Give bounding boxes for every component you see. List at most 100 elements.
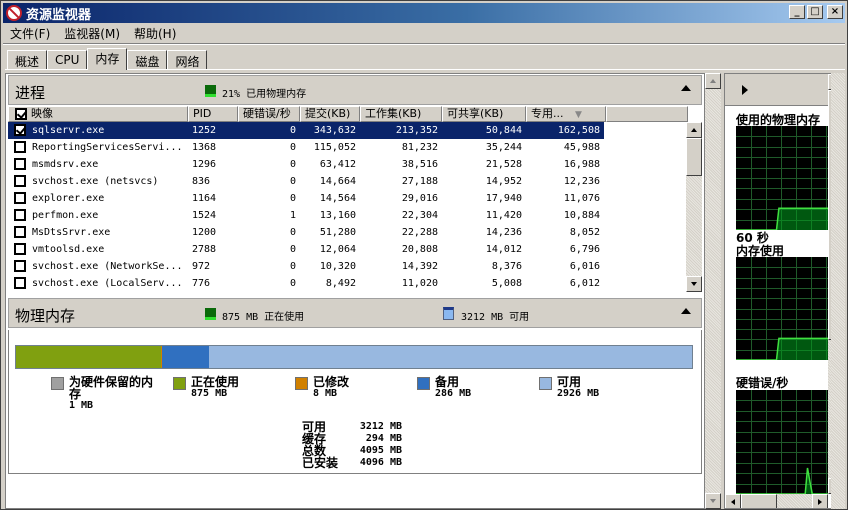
process-checkbox[interactable] — [14, 226, 26, 238]
graph-physical-memory-svg — [736, 126, 829, 230]
tab-overview[interactable]: 概述 — [7, 50, 48, 70]
process-image: sqlservr.exe — [32, 125, 105, 136]
main-pane-scrollbar[interactable] — [705, 73, 721, 509]
column-private-label: 专用... — [531, 107, 564, 120]
window-right-scrollbar[interactable] — [831, 73, 845, 509]
physical-memory-title: 物理内存 — [15, 307, 76, 325]
graphs-horizontal-scrollbar[interactable] — [725, 494, 828, 508]
processes-title: 进程 — [15, 84, 46, 102]
physical-memory-used-swatch-icon — [205, 85, 216, 97]
select-all-checkbox[interactable] — [15, 108, 27, 120]
process-row[interactable]: sqlservr.exe 1252 0 343,632 213,352 50,844 162… — [8, 122, 604, 139]
process-private: 11,076 — [563, 193, 600, 204]
menu-file[interactable]: 文件(F) — [3, 24, 57, 42]
graph-physical-memory — [736, 126, 829, 230]
process-checkbox[interactable] — [14, 192, 26, 204]
process-checkbox[interactable] — [14, 124, 26, 136]
process-commit: 14,664 — [319, 176, 356, 187]
scroll-up-button[interactable] — [686, 122, 702, 138]
process-shareable: 50,844 — [485, 125, 522, 136]
memory-summary: 可用 3212 MB 缓存 294 MB 总数 4095 MB 已安装 4096… — [302, 421, 402, 469]
process-table: 映像 PID 硬错误/秒 提交(KB) 工作集(KB) 可共享(KB) 专用..… — [8, 106, 702, 292]
process-checkbox[interactable] — [14, 158, 26, 170]
process-working-set: 29,016 — [401, 193, 438, 204]
main-pane: 进程 21% 已用物理内存 映像 PID 硬错误/秒 提交(KB) 工作集(KB… — [5, 73, 705, 509]
process-row[interactable]: ReportingServicesServi... 1368 0 115,052 81,… — [8, 139, 604, 156]
summary-value: 294 MB — [365, 433, 402, 444]
window-title: 资源监视器 — [26, 7, 92, 23]
process-checkbox[interactable] — [14, 243, 26, 255]
process-row[interactable]: svchost.exe (LocalServ... 776 0 8,492 11,020… — [8, 275, 604, 292]
tab-cpu[interactable]: CPU — [47, 50, 88, 70]
process-row[interactable]: msmdsrv.exe 1296 0 63,412 38,516 21,528 16,988 — [8, 156, 604, 173]
legend-modified-swatch — [295, 377, 308, 390]
graphs-scroll-right-button[interactable] — [812, 494, 828, 508]
process-pid: 972 — [192, 261, 211, 272]
process-working-set: 22,288 — [401, 227, 438, 238]
maximize-button[interactable]: □ — [807, 5, 823, 19]
physical-memory-section-header[interactable]: 物理内存 875 MB 正在使用 3212 MB 可用 — [8, 298, 702, 328]
available-swatch-icon — [443, 307, 454, 320]
process-private: 8,052 — [569, 227, 600, 238]
summary-value: 3212 MB — [359, 421, 402, 432]
summary-value: 4096 MB — [359, 457, 402, 468]
process-checkbox[interactable] — [14, 260, 26, 272]
process-checkbox[interactable] — [14, 277, 26, 289]
column-hard-faults[interactable]: 硬错误/秒 — [238, 106, 300, 122]
process-row[interactable]: vmtoolsd.exe 2788 0 12,064 20,808 14,012 6,796 — [8, 241, 604, 258]
process-shareable: 14,952 — [485, 176, 522, 187]
process-pid: 776 — [192, 278, 211, 289]
process-pid: 1296 — [192, 159, 217, 170]
process-row[interactable]: MsDtsSrvr.exe 1200 0 51,280 22,288 14,236 8,05… — [8, 224, 604, 241]
main-scroll-up-button[interactable] — [705, 73, 721, 89]
process-commit: 115,052 — [313, 142, 356, 153]
resource-monitor-app-icon — [6, 5, 22, 21]
expand-graphs-icon[interactable] — [742, 85, 748, 95]
tab-memory[interactable]: 内存 — [87, 48, 128, 70]
column-working-set[interactable]: 工作集(KB) — [360, 106, 442, 122]
scroll-down-button[interactable] — [686, 276, 702, 292]
column-private[interactable]: 专用... ▼ — [526, 106, 606, 122]
process-checkbox[interactable] — [14, 141, 26, 153]
menu-monitor[interactable]: 监视器(M) — [57, 24, 127, 42]
process-shareable: 35,244 — [485, 142, 522, 153]
minimize-button[interactable]: _ — [789, 5, 805, 19]
main-scroll-down-button[interactable] — [705, 493, 721, 509]
memory-bar-segment-in-use — [16, 346, 161, 368]
process-row[interactable]: svchost.exe (NetworkSe... 972 0 10,320 14,39… — [8, 258, 604, 275]
process-checkbox[interactable] — [14, 175, 26, 187]
legend-reserved-swatch — [51, 377, 64, 390]
process-checkbox[interactable] — [14, 209, 26, 221]
process-table-scrollbar[interactable] — [686, 122, 702, 292]
graphs-pane-header[interactable] — [725, 74, 844, 106]
legend-free-value: 2926 MB — [557, 388, 600, 399]
process-image: vmtoolsd.exe — [32, 244, 105, 255]
close-button[interactable]: × — [827, 5, 843, 19]
column-commit[interactable]: 提交(KB) — [300, 106, 360, 122]
collapse-physical-memory-icon[interactable] — [681, 308, 691, 314]
collapse-processes-icon[interactable] — [681, 85, 691, 91]
process-pid: 1524 — [192, 210, 217, 221]
process-image-cell: vmtoolsd.exe — [8, 241, 188, 258]
column-shareable[interactable]: 可共享(KB) — [442, 106, 526, 122]
graph-hard-faults — [736, 390, 829, 494]
column-image[interactable]: 映像 — [8, 106, 188, 122]
legend-free: 可用 2926 MB — [539, 376, 599, 399]
process-row[interactable]: perfmon.exe 1524 1 13,160 22,304 11,420 10,884 — [8, 207, 604, 224]
column-pid[interactable]: PID — [188, 106, 238, 122]
menu-help[interactable]: 帮助(H) — [127, 24, 183, 42]
process-working-set: 22,304 — [401, 210, 438, 221]
process-commit: 14,564 — [319, 193, 356, 204]
scroll-thumb[interactable] — [686, 138, 702, 176]
process-row[interactable]: explorer.exe 1164 0 14,564 29,016 17,940 11,07… — [8, 190, 604, 207]
tab-disk[interactable]: 磁盘 — [127, 50, 168, 70]
process-private: 6,012 — [569, 278, 600, 289]
title-bar[interactable]: 资源监视器 _ □ × — [3, 3, 845, 23]
graphs-scroll-left-button[interactable] — [725, 494, 741, 508]
in-use-summary: 875 MB 正在使用 — [222, 312, 305, 323]
process-row[interactable]: svchost.exe (netsvcs) 836 0 14,664 27,188 14,… — [8, 173, 604, 190]
graphs-hscroll-thumb[interactable] — [741, 494, 777, 508]
graph-area — [736, 338, 829, 360]
processes-section-header[interactable]: 进程 21% 已用物理内存 — [8, 75, 702, 105]
tab-network[interactable]: 网络 — [167, 50, 208, 70]
